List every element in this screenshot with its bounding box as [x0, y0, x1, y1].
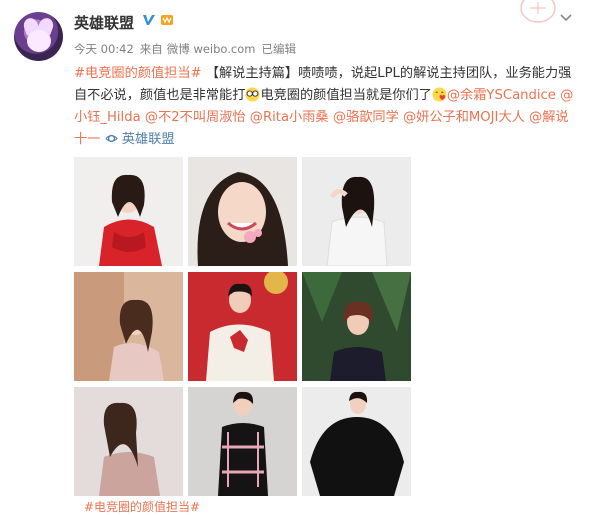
avatar[interactable] — [14, 12, 63, 61]
corner-seal-icon — [520, 0, 556, 23]
mention-3[interactable]: @不2不叫周淑怡 — [145, 110, 246, 125]
photo-8[interactable] — [188, 387, 297, 496]
mention-1[interactable]: @余霜YSCandice — [447, 88, 556, 103]
photo-3[interactable] — [302, 157, 411, 266]
photo-5[interactable] — [188, 272, 297, 381]
photo-6[interactable] — [302, 272, 411, 381]
kiss-emoji-icon — [432, 87, 447, 102]
hashtag-link[interactable]: #电竞圈的颜值担当# — [74, 66, 202, 81]
post-source[interactable]: 微博 weibo.com — [167, 42, 256, 56]
post-date[interactable]: 今天 00:42 — [74, 42, 134, 56]
from-label: 来自 — [139, 42, 163, 56]
location-label: 英雄联盟 — [121, 132, 175, 147]
photo-1[interactable] — [74, 157, 183, 266]
verified-icon — [143, 15, 155, 25]
chevron-down-icon[interactable] — [559, 13, 573, 23]
mention-4[interactable]: @Rita小雨桑 — [250, 110, 329, 125]
post-meta: 今天 00:42 来自 微博 weibo.com 已编辑 — [74, 41, 302, 57]
location-icon — [105, 134, 118, 143]
photo-7[interactable] — [74, 387, 183, 496]
glasses-emoji-icon — [245, 87, 260, 102]
photo-2[interactable] — [188, 157, 297, 266]
mention-5[interactable]: @骆歆同学 — [333, 110, 399, 125]
mention-6[interactable]: @妍公子和MOJI大人 — [403, 110, 525, 125]
photo-4[interactable] — [74, 272, 183, 381]
edited-label: 已编辑 — [261, 42, 296, 56]
vip-badge-icon[interactable] — [160, 13, 174, 27]
username[interactable]: 英雄联盟 — [74, 12, 134, 33]
post-text-2: 电竞圈的颜值担当就是你们了 — [260, 88, 432, 103]
location-link[interactable]: 英雄联盟 — [105, 132, 175, 147]
post-text: #电竞圈的颜值担当# 【解说主持篇】啧啧啧，说起LPL的解说主持团队，业务能力强… — [74, 63, 578, 151]
photo-9[interactable] — [302, 387, 411, 496]
post-bracket: 【解说主持篇】 — [205, 66, 299, 81]
